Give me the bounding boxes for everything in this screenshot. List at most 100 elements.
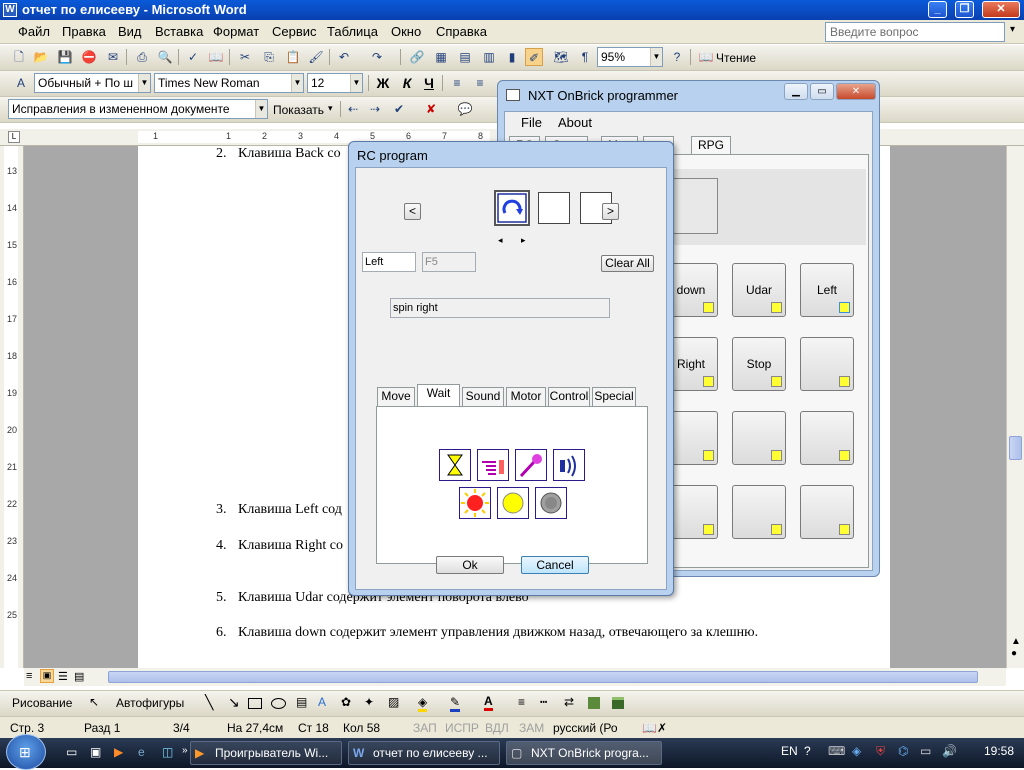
print-layout-icon[interactable]: ▣ [40, 669, 54, 683]
tray-app-icon[interactable]: ◈ [852, 744, 861, 758]
move-right-icon[interactable]: ▸ [521, 235, 526, 246]
nxt-preview-slot[interactable] [670, 178, 718, 234]
wait-yellow-block[interactable] [497, 487, 529, 519]
horizontal-scrollbar[interactable]: ≡ ▣ ☰ ▤ [24, 668, 1006, 686]
status-extend[interactable]: ВДЛ [485, 721, 509, 735]
key-button-left[interactable]: Left [800, 263, 854, 317]
key-button-empty[interactable] [800, 337, 854, 391]
menu-window[interactable]: Окно [391, 24, 421, 39]
zoom-combo[interactable]: 95% ▼ [597, 47, 663, 67]
email-icon[interactable]: ✉ [104, 48, 122, 66]
italic-button[interactable]: К [398, 74, 416, 92]
autoshapes-menu-button[interactable]: Автофигуры [116, 696, 184, 710]
select-objects-icon[interactable]: ↖ [89, 695, 99, 709]
3d-style-icon[interactable] [612, 697, 624, 709]
tray-network-icon[interactable]: ⌬ [898, 744, 908, 758]
underline-button[interactable]: Ч [420, 74, 438, 92]
rc-tab-wait[interactable]: Wait [417, 384, 460, 407]
rc-tab-move[interactable]: Move [377, 387, 415, 406]
next-action-button[interactable]: > [602, 203, 619, 220]
insert-table-icon[interactable]: ▤ [456, 48, 474, 66]
wait-light-block[interactable] [515, 449, 547, 481]
taskbar-item-nxt[interactable]: ▢ NXT OnBrick progra... [506, 741, 662, 765]
cancel-button[interactable]: Cancel [521, 556, 589, 574]
menu-help[interactable]: Справка [436, 24, 487, 39]
minimize-button[interactable]: _ [928, 1, 947, 18]
reject-change-icon[interactable]: ✘ [422, 100, 440, 118]
format-painter-icon[interactable]: 🖌 [307, 48, 325, 66]
bold-button[interactable]: Ж [374, 74, 392, 92]
new-document-icon[interactable]: 🗋 [10, 48, 28, 66]
menu-file[interactable]: Файл [18, 24, 50, 39]
show-markup-button[interactable]: Показать [273, 103, 324, 117]
line-icon[interactable]: ╲ [205, 694, 213, 711]
menu-edit[interactable]: Правка [62, 24, 106, 39]
rc-tab-sound[interactable]: Sound [462, 387, 504, 406]
help-icon[interactable]: ? [668, 48, 686, 66]
status-track-changes[interactable]: ИСПР [445, 721, 479, 735]
tray-help-icon[interactable]: ? [804, 744, 811, 758]
styles-formatting-icon[interactable]: A [12, 74, 30, 92]
start-button[interactable]: ⊞ [6, 734, 46, 770]
status-overtype[interactable]: ЗАМ [519, 721, 544, 735]
rc-tab-control[interactable]: Control [548, 387, 590, 406]
spelling-icon[interactable]: ✓ [184, 48, 202, 66]
next-change-icon[interactable]: ⇢ [366, 100, 384, 118]
action-slot-empty[interactable] [538, 192, 570, 224]
picture-icon[interactable]: ▨ [388, 695, 399, 709]
style-combo[interactable]: Обычный + По ш ▼ [34, 73, 151, 93]
diagram-icon[interactable]: ✿ [341, 695, 351, 709]
prev-action-button[interactable]: < [404, 203, 421, 220]
close-button[interactable]: ✕ [982, 1, 1020, 18]
hyperlink-icon[interactable]: 🔗 [408, 48, 426, 66]
key-name-input[interactable]: Left [362, 252, 416, 272]
columns-icon[interactable]: ▮ [503, 48, 521, 66]
key-button-udar[interactable]: Udar [732, 263, 786, 317]
oval-icon[interactable] [271, 698, 286, 709]
line-style-icon[interactable]: ≡ [518, 695, 525, 709]
vertical-scrollbar[interactable]: ▲ ● [1006, 146, 1024, 668]
wait-red-block[interactable] [459, 487, 491, 519]
nxt-tab-rpg[interactable]: RPG [691, 136, 732, 154]
text-box-icon[interactable]: ▤ [296, 695, 307, 709]
menu-tools[interactable]: Сервис [272, 24, 317, 39]
fill-color-icon[interactable]: ◈ [418, 695, 428, 712]
nxt-menu-file[interactable]: File [521, 115, 542, 130]
tab-selector-icon[interactable]: L [8, 131, 20, 143]
status-record[interactable]: ЗАП [413, 721, 437, 735]
rc-program-dialog[interactable]: RC program < > ◂ ▸ Left F5 Clear All spi… [348, 141, 674, 596]
key-button-stop[interactable]: Stop [732, 337, 786, 391]
font-combo[interactable]: Times New Roman ▼ [154, 73, 304, 93]
word-title-bar[interactable]: W отчет по елисееву - Microsoft Word _ ❐… [0, 0, 1024, 20]
paste-icon[interactable]: 📋 [284, 48, 302, 66]
move-left-icon[interactable]: ◂ [498, 235, 503, 246]
normal-view-icon[interactable]: ≡ [26, 670, 32, 682]
key-button-empty[interactable] [800, 411, 854, 465]
wordart-icon[interactable]: A [318, 695, 326, 709]
rectangle-icon[interactable] [248, 698, 262, 709]
wait-sound-block[interactable] [553, 449, 585, 481]
spelling-status-icon[interactable]: 📖✗ [642, 721, 667, 735]
insert-comment-icon[interactable]: 💬 [456, 100, 474, 118]
cut-icon[interactable]: ✂ [236, 48, 254, 66]
clear-all-button[interactable]: Clear All [601, 255, 654, 272]
action-slot-selected[interactable] [494, 190, 530, 226]
redo-icon[interactable]: ↷ [368, 48, 386, 66]
insert-excel-icon[interactable]: ▥ [480, 48, 498, 66]
wait-touch-block[interactable] [477, 449, 509, 481]
font-size-dropdown-icon[interactable]: ▼ [350, 74, 362, 92]
arrow-icon[interactable]: ↘ [228, 694, 240, 711]
word-app-icon[interactable]: W [3, 3, 17, 17]
taskbar-item-word[interactable]: W отчет по елисееву ... [348, 741, 500, 765]
line-color-icon[interactable]: ✎ [450, 695, 461, 712]
nxt-minimize-button[interactable]: ▁ [784, 83, 808, 100]
nxt-close-button[interactable]: ✕ [836, 83, 876, 100]
clip-art-icon[interactable]: ✦ [364, 695, 374, 709]
vertical-ruler[interactable]: 13 14 15 16 17 18 19 20 21 22 23 24 25 [0, 146, 24, 668]
tray-keyboard-icon[interactable]: ⌨ [828, 744, 845, 758]
wait-gray-block[interactable] [535, 487, 567, 519]
quicklaunch-more-icon[interactable]: » [182, 745, 188, 756]
menu-format[interactable]: Формат [213, 24, 259, 39]
select-browse-object-icon[interactable]: ● [1011, 648, 1017, 659]
scroll-thumb[interactable] [1009, 436, 1022, 460]
